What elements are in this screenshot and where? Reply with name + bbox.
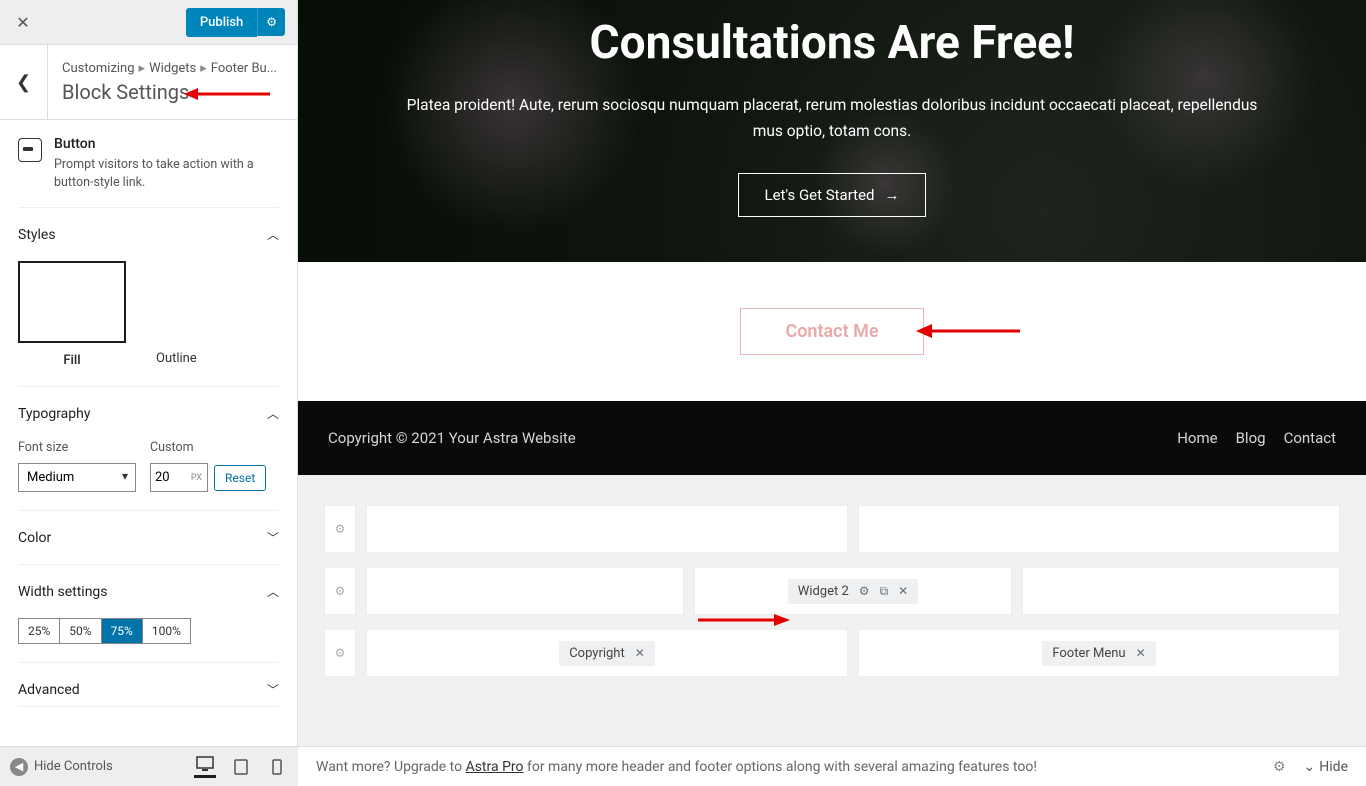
contact-section: Contact Me: [298, 262, 1366, 401]
footer-menu: Home Blog Contact: [1177, 429, 1336, 447]
builder-cell[interactable]: Copyright ✕: [366, 629, 848, 677]
typography-header[interactable]: Typography ︿: [18, 387, 279, 440]
publish-button[interactable]: Publish: [186, 8, 257, 37]
footer-builder: ⚙ ⚙ Widget 2 ⚙ ⧉ ✕ ⚙ Copyright ✕: [298, 475, 1366, 693]
reset-button[interactable]: Reset: [214, 465, 266, 491]
page-title: Block Settings: [62, 80, 283, 104]
style-fill[interactable]: Fill: [18, 261, 126, 368]
close-icon[interactable]: ✕: [635, 646, 645, 660]
hero-cta-button[interactable]: Let's Get Started →: [738, 173, 927, 217]
custom-size-input[interactable]: [150, 463, 208, 492]
chevron-up-icon: ︿: [267, 226, 279, 243]
astra-pro-link[interactable]: Astra Pro: [466, 759, 524, 775]
fontsize-label: Font size: [18, 440, 136, 455]
width-50[interactable]: 50%: [60, 619, 101, 643]
builder-cell[interactable]: [858, 505, 1340, 553]
width-segmented: 25% 50% 75% 100%: [18, 618, 191, 644]
color-panel: Color ﹀: [18, 511, 279, 565]
chevron-down-icon: ⌄: [1304, 759, 1316, 775]
sidebar-bottom-bar: ◀ Hide Controls: [0, 746, 298, 786]
hide-controls-button[interactable]: ◀ Hide Controls: [10, 758, 113, 776]
row-gear-icon[interactable]: ⚙: [324, 505, 356, 553]
close-icon[interactable]: ✕: [898, 584, 908, 598]
back-arrow-icon[interactable]: ❮: [0, 45, 48, 119]
footer-copyright: Copyright © 2021 Your Astra Website: [328, 429, 576, 447]
footer-link-blog[interactable]: Blog: [1236, 429, 1266, 447]
block-description: Prompt visitors to take action with a bu…: [54, 156, 279, 191]
block-info: Button Prompt visitors to take action wi…: [18, 120, 279, 208]
crumb-widgets[interactable]: Widgets: [149, 61, 196, 76]
crumb-customizing[interactable]: Customizing: [62, 61, 135, 76]
row-gear-icon[interactable]: ⚙: [324, 629, 356, 677]
footer-link-home[interactable]: Home: [1177, 429, 1217, 447]
crumb-footer[interactable]: Footer Bu...: [211, 61, 277, 76]
builder-cell[interactable]: Footer Menu ✕: [858, 629, 1340, 677]
styles-panel: Styles ︿ Fill Outline: [18, 208, 279, 387]
width-panel: Width settings ︿ 25% 50% 75% 100%: [18, 565, 279, 663]
custom-label: Custom: [150, 440, 266, 455]
footermenu-tag[interactable]: Footer Menu ✕: [1042, 641, 1155, 666]
gear-icon[interactable]: ⚙: [257, 8, 285, 36]
widget2-tag[interactable]: Widget 2 ⚙ ⧉ ✕: [788, 579, 918, 604]
width-25[interactable]: 25%: [19, 619, 60, 643]
sidebar-topbar: ✕ Publish ⚙: [0, 0, 297, 45]
gear-icon[interactable]: ⚙: [1273, 759, 1286, 775]
builder-cell[interactable]: [366, 505, 848, 553]
row-gear-icon[interactable]: ⚙: [324, 567, 356, 615]
color-header[interactable]: Color ﹀: [18, 511, 279, 564]
site-footer: Copyright © 2021 Your Astra Website Home…: [298, 401, 1366, 475]
fontsize-select[interactable]: Medium: [18, 463, 136, 492]
copyright-tag[interactable]: Copyright ✕: [559, 641, 655, 666]
hero-section: Consultations Are Free! Platea proident!…: [298, 0, 1366, 262]
width-75[interactable]: 75%: [102, 619, 143, 643]
builder-cell[interactable]: [1022, 567, 1340, 615]
block-name: Button: [54, 136, 279, 152]
chevron-down-icon: ﹀: [267, 529, 279, 546]
duplicate-icon[interactable]: ⧉: [880, 584, 889, 599]
hide-controls-icon: ◀: [10, 758, 28, 776]
advanced-panel: Advanced ﹀: [18, 663, 279, 707]
publish-group: Publish ⚙: [186, 8, 285, 37]
width-100[interactable]: 100%: [143, 619, 190, 643]
breadcrumb-row: ❮ Customizing ▸ Widgets ▸ Footer Bu... B…: [0, 45, 297, 120]
chevron-up-icon: ︿: [267, 405, 279, 422]
width-header[interactable]: Width settings ︿: [18, 565, 279, 618]
chevron-down-icon: ﹀: [267, 681, 279, 698]
hero-title: Consultations Are Free!: [590, 16, 1075, 70]
gear-icon[interactable]: ⚙: [859, 584, 870, 598]
hide-builder-button[interactable]: ⌄ Hide: [1304, 759, 1348, 775]
builder-cell[interactable]: Widget 2 ⚙ ⧉ ✕: [694, 567, 1012, 615]
chevron-up-icon: ︿: [267, 583, 279, 600]
style-outline[interactable]: Outline: [156, 351, 197, 368]
footer-link-contact[interactable]: Contact: [1284, 429, 1336, 447]
typography-panel: Typography ︿ Font size Medium Custom: [18, 387, 279, 511]
status-bar: Want more? Upgrade to Astra Pro for many…: [298, 746, 1366, 786]
close-icon[interactable]: ✕: [12, 11, 34, 33]
preview-area: Consultations Are Free! Platea proident!…: [298, 0, 1366, 746]
styles-header[interactable]: Styles ︿: [18, 208, 279, 261]
mobile-icon[interactable]: [266, 756, 288, 778]
hero-text: Platea proident! Aute, rerum sociosqu nu…: [402, 92, 1262, 145]
desktop-icon[interactable]: [194, 756, 216, 778]
arrow-right-icon: →: [884, 186, 899, 204]
breadcrumb: Customizing ▸ Widgets ▸ Footer Bu... Blo…: [48, 45, 297, 119]
sidebar-body: Button Prompt visitors to take action wi…: [0, 120, 297, 786]
contact-me-button[interactable]: Contact Me: [740, 308, 923, 355]
status-text: Want more? Upgrade to Astra Pro for many…: [316, 759, 1037, 775]
close-icon[interactable]: ✕: [1136, 646, 1146, 660]
button-block-icon: [18, 138, 42, 162]
tablet-icon[interactable]: [230, 756, 252, 778]
builder-cell[interactable]: [366, 567, 684, 615]
customizer-sidebar: ✕ Publish ⚙ ❮ Customizing ▸ Widgets ▸ Fo…: [0, 0, 298, 786]
advanced-header[interactable]: Advanced ﹀: [18, 663, 279, 706]
